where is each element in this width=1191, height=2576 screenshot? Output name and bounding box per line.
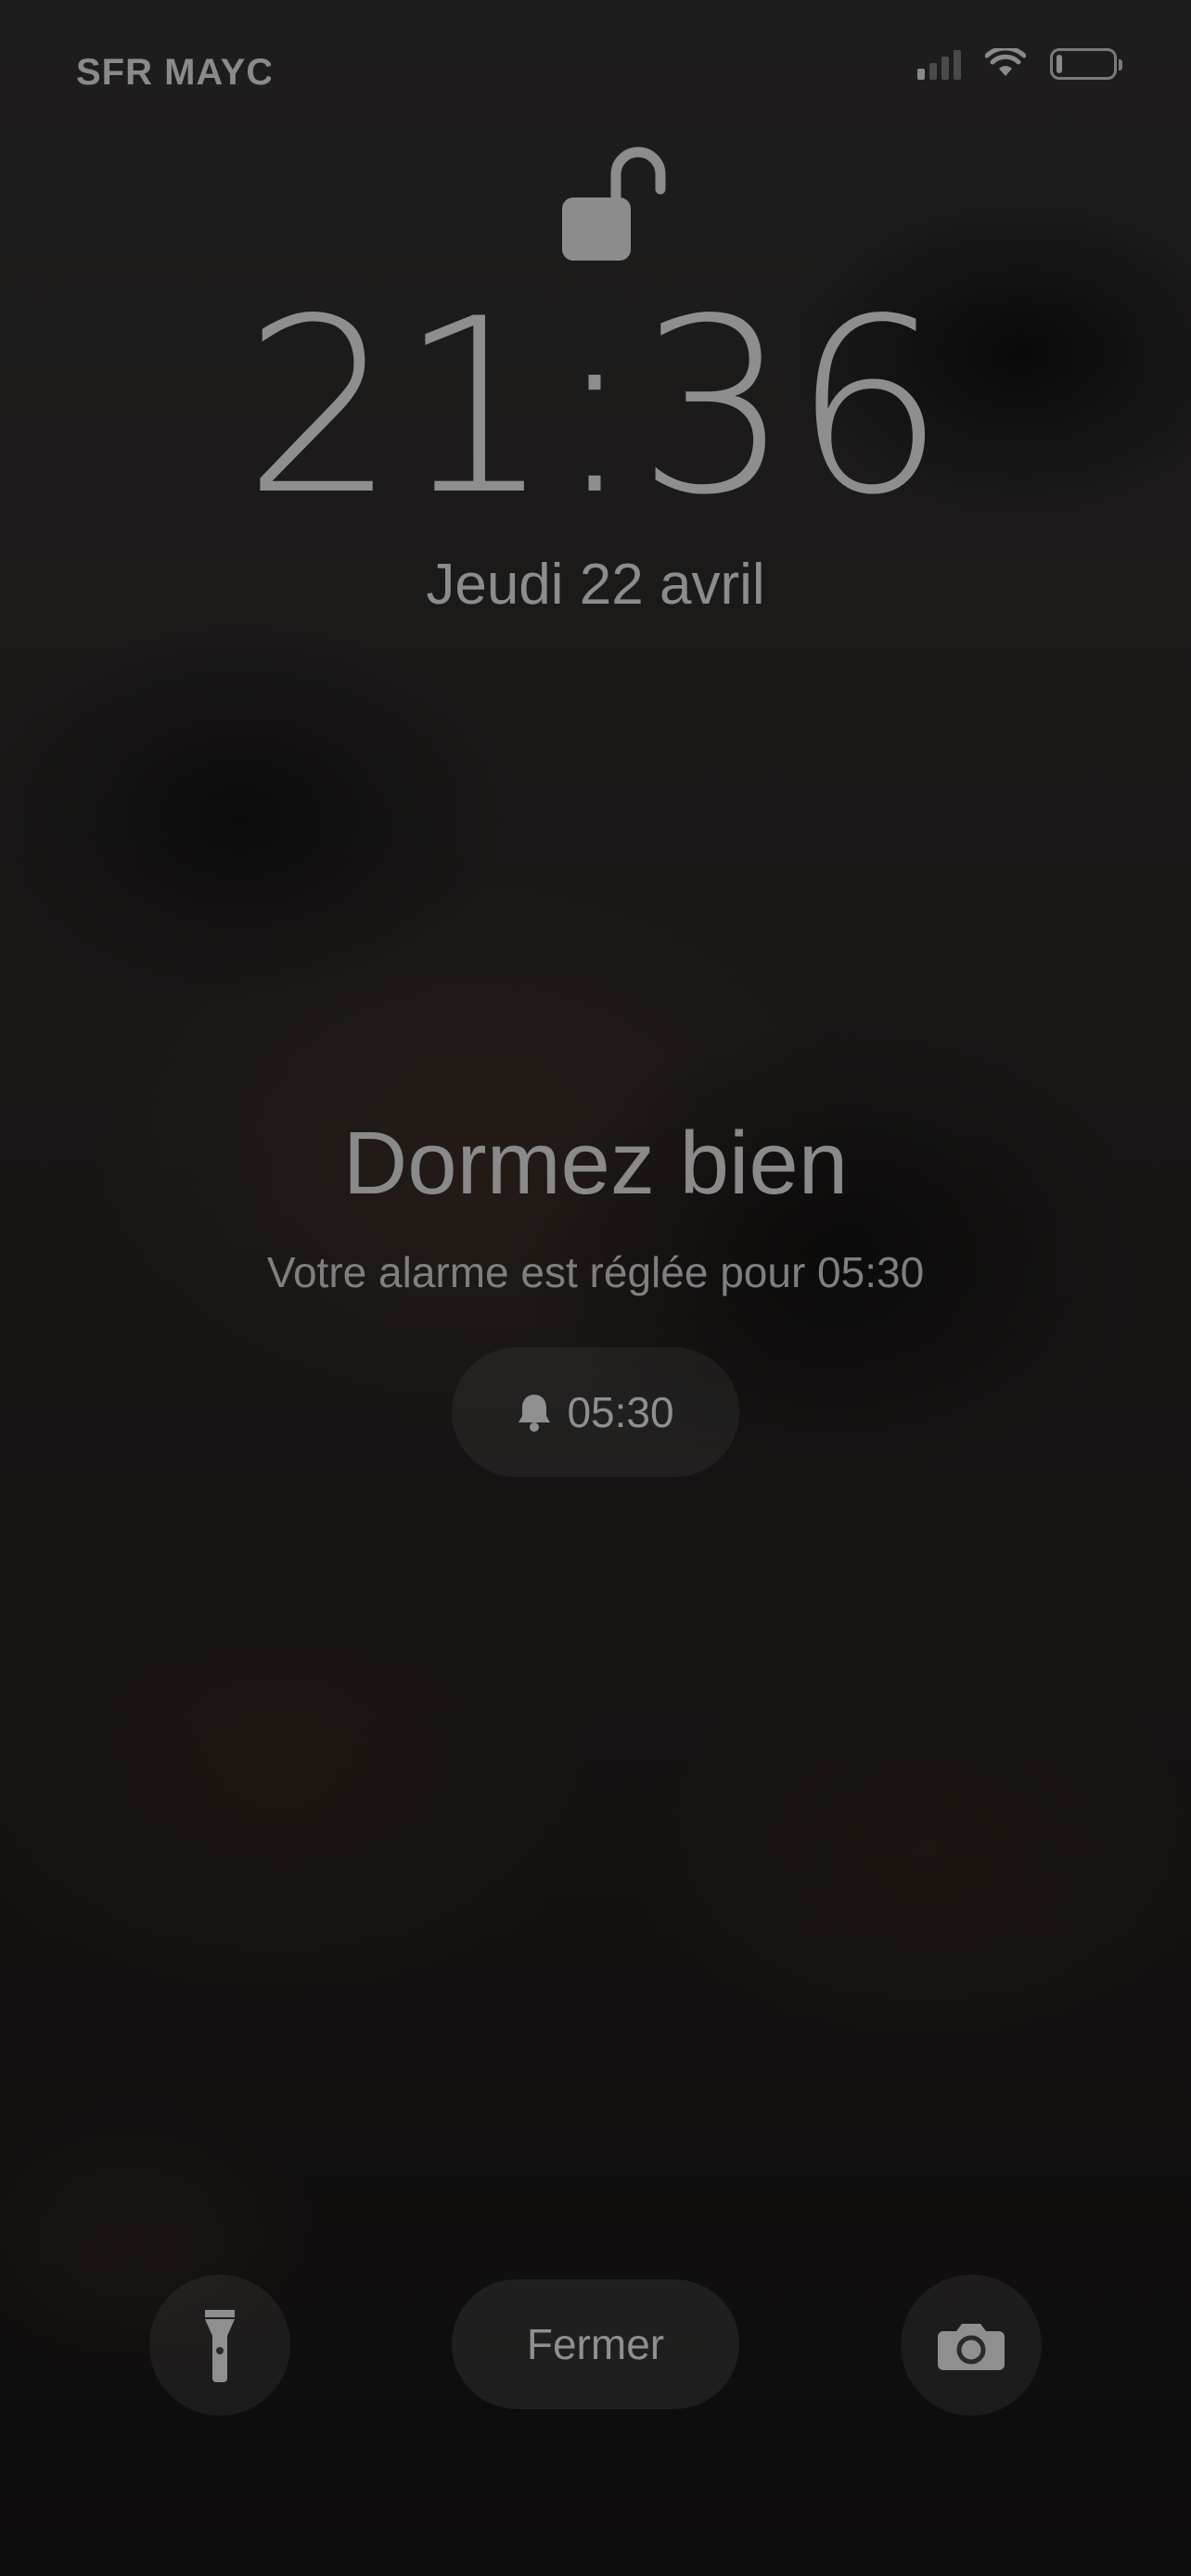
- battery-level: [1057, 55, 1062, 73]
- wifi-icon: [985, 48, 1026, 76]
- lock-screen-time: 21:36: [243, 268, 948, 548]
- camera-button[interactable]: [901, 2275, 1042, 2416]
- close-button[interactable]: Fermer: [452, 2279, 739, 2409]
- flashlight-button[interactable]: [149, 2275, 290, 2416]
- bell-icon: [519, 1395, 551, 1432]
- sleep-greeting: Dormez bien: [342, 1114, 849, 1213]
- lock-screen-date: Jeudi 22 avril: [426, 553, 765, 617]
- unlocked-padlock-icon: [562, 147, 666, 261]
- carrier-name: SFR MAYC: [76, 52, 271, 93]
- flashlight-icon: [205, 2310, 235, 2382]
- alarm-time: 05:30: [567, 1388, 674, 1436]
- battery-icon: [1050, 48, 1122, 80]
- camera-icon: [938, 2324, 1005, 2370]
- alarm-button[interactable]: 05:30: [452, 1347, 739, 1477]
- signal-icon: [917, 48, 961, 80]
- alarm-subtitle: Votre alarme est réglée pour 05:30: [266, 1248, 925, 1296]
- status-icons: [917, 48, 1122, 80]
